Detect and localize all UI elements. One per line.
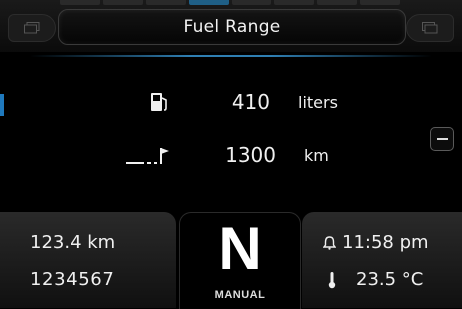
fuel-row: 410 liters	[148, 90, 338, 114]
temperature-value: 23.5 °C	[356, 269, 424, 290]
gear-panel: N MANUAL	[179, 212, 301, 309]
range-value: 1300	[225, 143, 276, 167]
page-title: Fuel Range	[183, 17, 281, 37]
transmission-mode: MANUAL	[214, 289, 266, 301]
temperature: 23.5 °C	[328, 269, 423, 290]
fuel-pump-icon	[151, 93, 167, 111]
gear-indicator: N	[218, 215, 262, 282]
page-indicator	[60, 0, 400, 5]
zoom-out-button[interactable]	[430, 127, 454, 151]
previous-page-button[interactable]	[8, 14, 56, 42]
title-panel: Fuel Range	[58, 9, 406, 45]
trip-distance: 123.4 km	[30, 232, 116, 253]
fuel-unit: liters	[298, 92, 338, 112]
bell-icon	[323, 235, 336, 250]
clock-time: 11:58 pm	[342, 232, 429, 253]
header-divider	[30, 55, 432, 57]
thermometer-icon	[328, 271, 336, 288]
clock-panel: 11:58 pm 23.5 °C	[302, 212, 462, 308]
minus-icon	[436, 138, 448, 140]
clock: 11:58 pm	[323, 232, 429, 253]
scroll-indicator	[0, 94, 4, 116]
range-row: 1300 km	[124, 143, 329, 167]
trip-panel: 123.4 km 1234567	[0, 212, 176, 308]
window-icon	[422, 22, 438, 34]
range-unit: km	[304, 145, 329, 165]
status-bar: 123.4 km 1234567 N MANUAL 11:58 pm 23.5 …	[0, 212, 462, 309]
fuel-value: 410	[231, 90, 270, 114]
header-bar: Fuel Range	[0, 0, 462, 52]
next-page-button[interactable]	[406, 14, 454, 42]
odometer: 1234567	[30, 269, 115, 290]
range-flag-icon	[126, 148, 169, 164]
window-icon	[24, 22, 40, 34]
